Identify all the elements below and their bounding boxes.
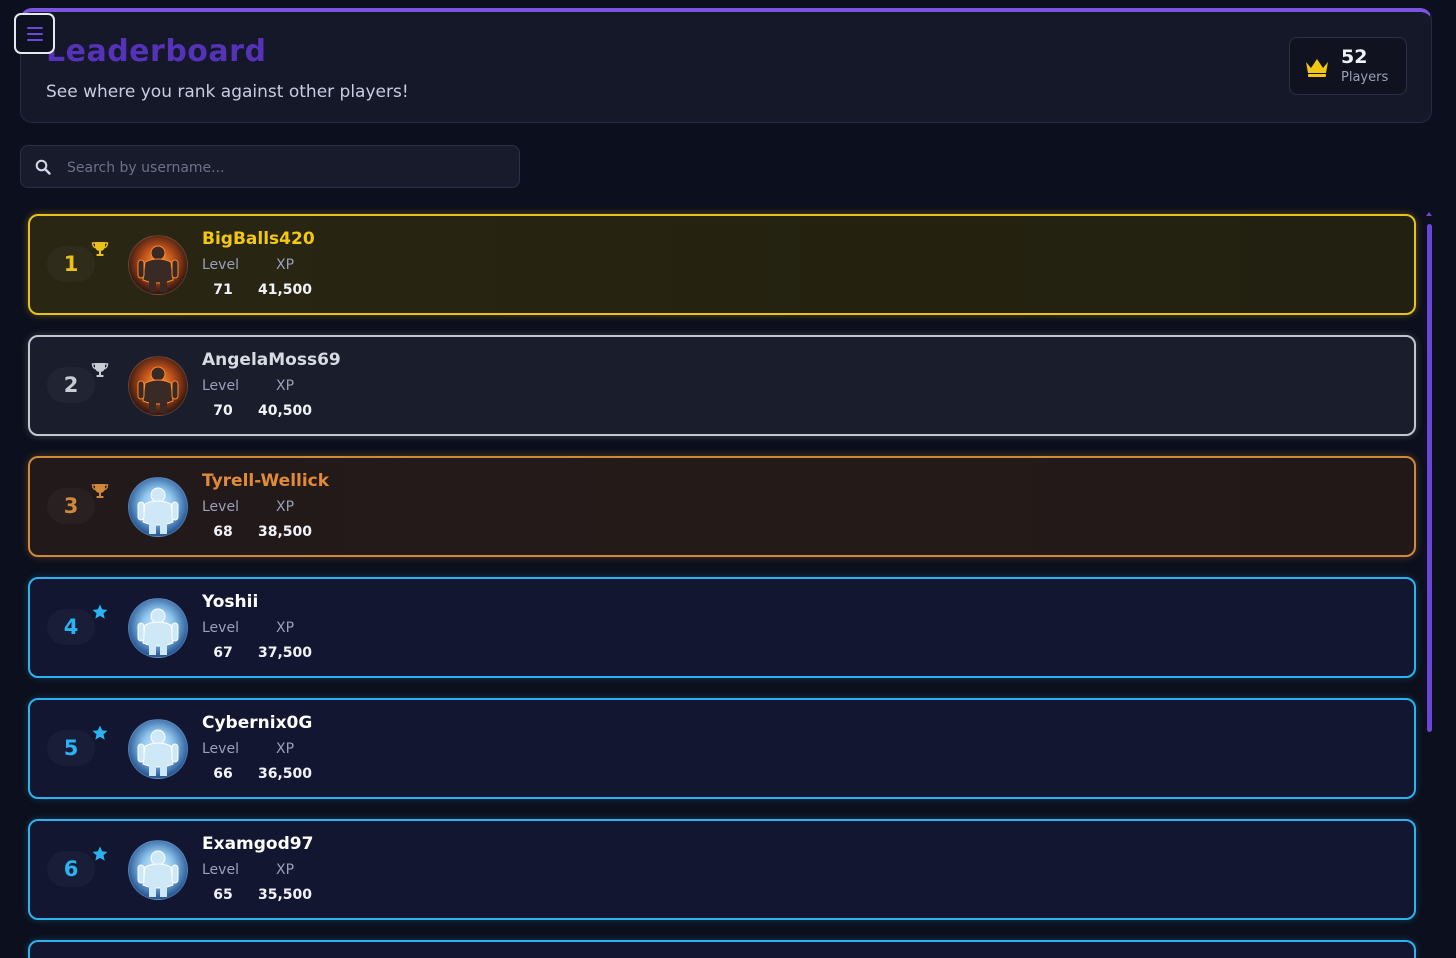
player-username: Tyrell-Wellick [202, 471, 330, 491]
fire-warrior-avatar [128, 235, 188, 295]
level-label: Level [202, 741, 239, 757]
player-username: BigBalls420 [202, 229, 315, 249]
ice-warrior-avatar [128, 598, 188, 658]
ice-warrior-avatar [128, 840, 188, 900]
rank-number: 1 [47, 246, 95, 282]
search-input[interactable] [65, 154, 509, 181]
leaderboard-row[interactable]: 2 AngelaMoss69 Level XP 70 40,500 [28, 335, 1416, 436]
level-label: Level [202, 862, 239, 878]
level-label: Level [202, 620, 239, 636]
leaderboard-row[interactable]: 3 Tyrell-Wellick Level XP 68 38,500 [28, 456, 1416, 557]
leaderboard-row-partial[interactable] [28, 940, 1416, 958]
leaderboard-header: Leaderboard See where you rank against o… [20, 8, 1432, 123]
player-level: 68 [213, 524, 233, 540]
player-xp: 37,500 [258, 645, 313, 661]
xp-label: XP [276, 499, 295, 515]
ice-warrior-avatar [128, 719, 188, 779]
player-level: 71 [213, 282, 233, 298]
trophy-icon [91, 242, 109, 256]
player-level: 67 [213, 645, 233, 661]
leaderboard-row[interactable]: 6 Examgod97 Level XP 65 35,500 [28, 819, 1416, 920]
level-label: Level [202, 499, 239, 515]
leaderboard-row[interactable]: 1 BigBalls420 Level XP 71 41,500 [28, 214, 1416, 315]
page-title: Leaderboard [46, 34, 267, 69]
player-xp: 40,500 [258, 403, 313, 419]
menu-button[interactable] [14, 13, 55, 54]
trophy-icon [91, 484, 109, 498]
crown-icon [1306, 59, 1328, 77]
player-level: 66 [213, 766, 233, 782]
players-label: Players [1341, 70, 1389, 85]
player-username: Cybernix0G [202, 713, 313, 733]
xp-label: XP [276, 257, 295, 273]
ice-warrior-avatar [128, 477, 188, 537]
star-icon [92, 846, 108, 861]
star-icon [92, 725, 108, 740]
xp-label: XP [276, 378, 295, 394]
rank-number: 4 [47, 609, 95, 645]
players-count-box: 52 Players [1289, 37, 1407, 95]
player-level: 65 [213, 887, 233, 903]
leaderboard-page: Leaderboard See where you rank against o… [0, 0, 1456, 958]
xp-label: XP [276, 620, 295, 636]
rank-number: 6 [47, 851, 95, 887]
player-level: 70 [213, 403, 233, 419]
leaderboard-row[interactable]: 5 Cybernix0G Level XP 66 36,500 [28, 698, 1416, 799]
level-label: Level [202, 378, 239, 394]
search-box [20, 145, 520, 188]
players-count: 52 [1341, 46, 1368, 68]
search-icon [35, 159, 51, 175]
player-xp: 35,500 [258, 887, 313, 903]
rank-number: 2 [47, 367, 95, 403]
star-icon [92, 604, 108, 619]
scrollbar-thumb[interactable] [1427, 224, 1432, 732]
rank-number: 5 [47, 730, 95, 766]
scroll-up-arrow[interactable] [1426, 212, 1432, 216]
rank-number: 3 [47, 488, 95, 524]
menu-icon-bar [27, 27, 43, 29]
leaderboard-row[interactable]: 4 Yoshii Level XP 67 37,500 [28, 577, 1416, 678]
level-label: Level [202, 257, 239, 273]
xp-label: XP [276, 862, 295, 878]
player-xp: 36,500 [258, 766, 313, 782]
menu-icon-bar [27, 33, 43, 35]
player-xp: 38,500 [258, 524, 313, 540]
trophy-icon [91, 363, 109, 377]
player-username: Examgod97 [202, 834, 314, 854]
menu-icon-bar [27, 39, 43, 41]
page-subtitle: See where you rank against other players… [46, 82, 409, 102]
player-username: Yoshii [202, 592, 259, 612]
player-username: AngelaMoss69 [202, 350, 341, 370]
xp-label: XP [276, 741, 295, 757]
fire-warrior-avatar [128, 356, 188, 416]
player-xp: 41,500 [258, 282, 313, 298]
